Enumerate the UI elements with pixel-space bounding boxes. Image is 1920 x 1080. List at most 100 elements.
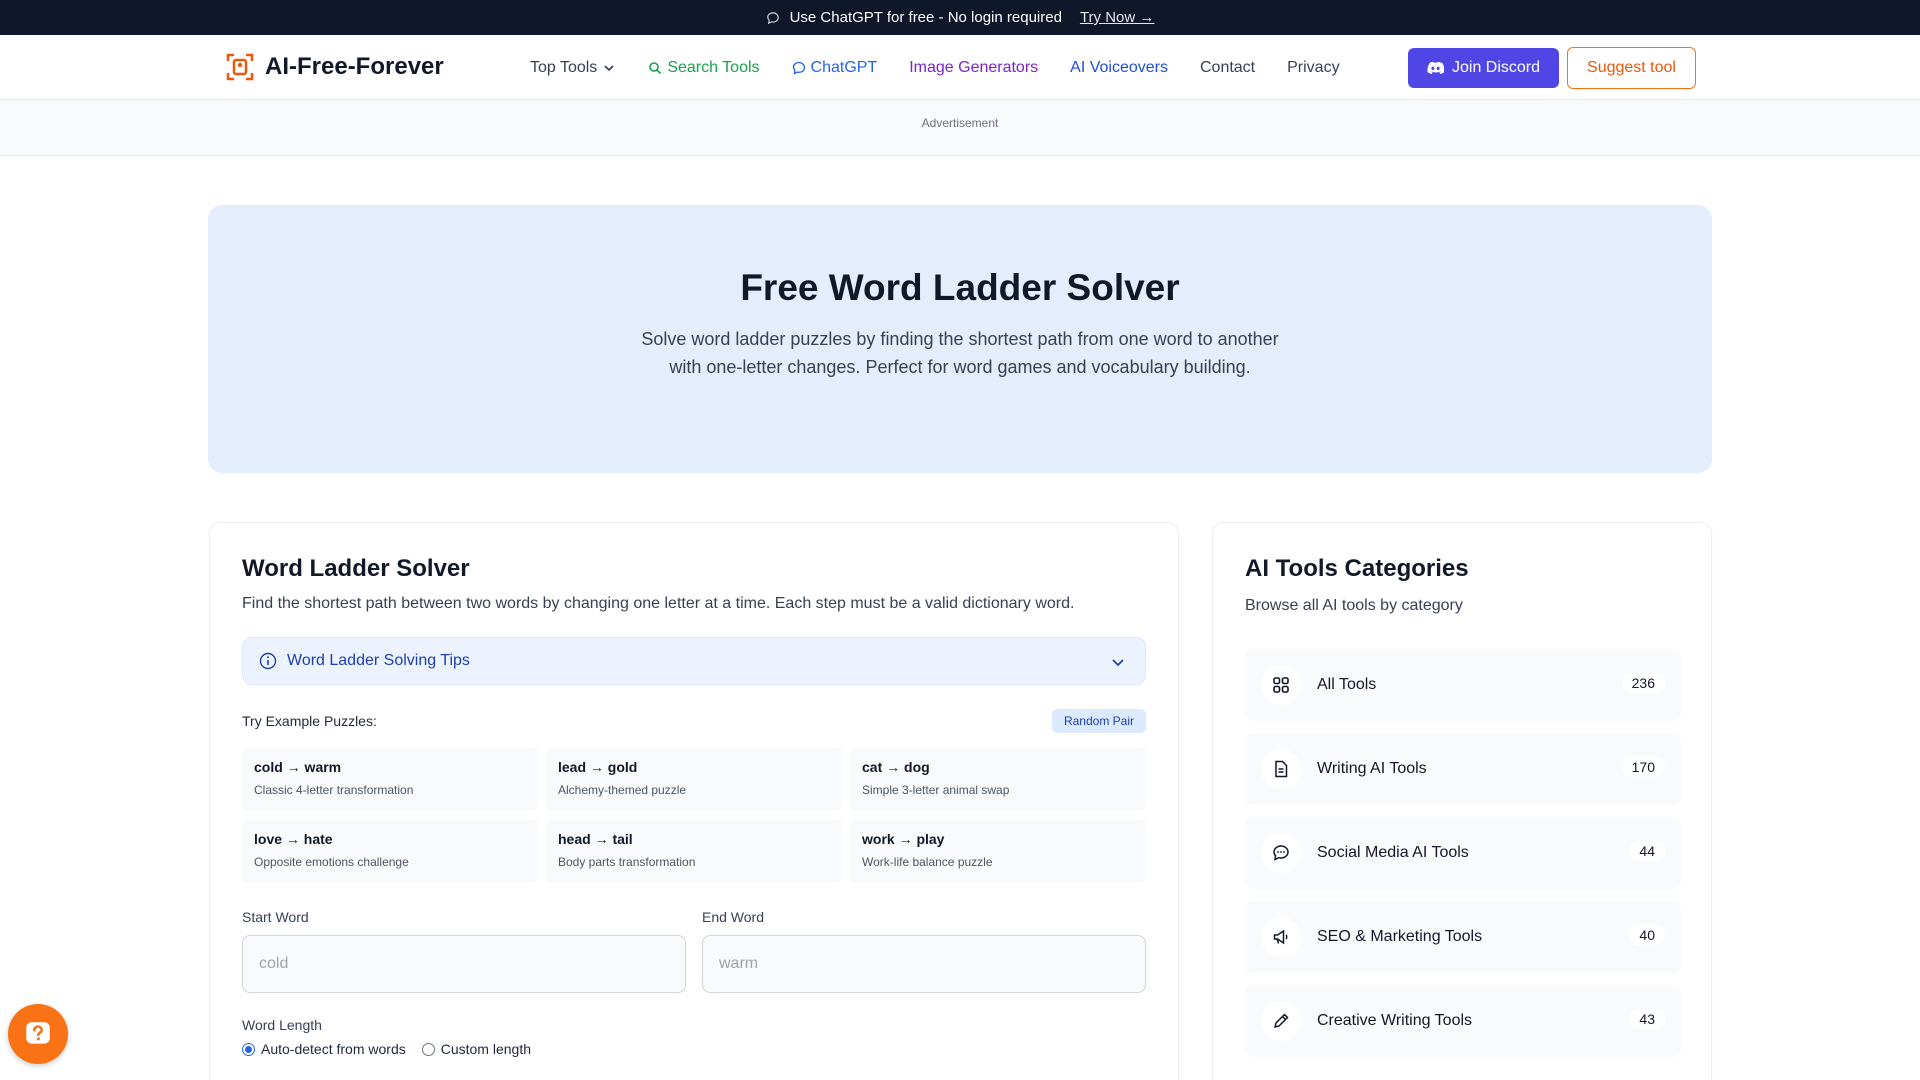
category-all-tools[interactable]: All Tools 236 — [1245, 649, 1681, 721]
categories-subtitle: Browse all AI tools by category — [1245, 597, 1463, 614]
category-creative-writing[interactable]: Creative Writing Tools 43 — [1245, 985, 1681, 1057]
radio-unchecked-indicator — [421, 1042, 435, 1056]
radio-custom-label: Custom length — [440, 1041, 532, 1057]
logo[interactable]: AI-Free-Forever — [225, 52, 444, 82]
example-subtitle: Simple 3-letter animal swap — [862, 783, 1010, 797]
nav-top-tools-label: Top Tools — [530, 58, 598, 76]
nav-image-generators[interactable]: Image Generators — [909, 59, 1038, 77]
nav-chatgpt[interactable]: ChatGPT — [792, 58, 878, 77]
logo-text: AI-Free-Forever — [265, 53, 444, 80]
top-banner: Use ChatGPT for free - No login required… — [0, 0, 1920, 35]
document-icon — [1275, 760, 1288, 778]
discord-icon — [1427, 61, 1444, 75]
help-button[interactable] — [8, 1004, 68, 1064]
nav-contact[interactable]: Contact — [1200, 59, 1255, 77]
radio-auto-detect[interactable]: Auto-detect from words — [242, 1041, 406, 1057]
nav-ai-voiceovers-label: AI Voiceovers — [1070, 58, 1168, 76]
example-puzzle[interactable]: cat → dog Simple 3-letter animal swap — [850, 747, 1146, 811]
example-puzzle[interactable]: cold → warm Classic 4-letter transformat… — [242, 747, 538, 811]
nav-contact-label: Contact — [1199, 58, 1256, 76]
chat-bubble-icon — [1273, 845, 1289, 861]
word-length-label: Word Length — [242, 1017, 322, 1033]
examples-label: Try Example Puzzles: — [242, 713, 377, 729]
question-icon — [26, 1022, 50, 1044]
banner-text: Use ChatGPT for free - No login required — [789, 9, 1062, 26]
start-word-group: Start Word — [242, 909, 686, 993]
category-label: SEO & Marketing Tools — [1317, 928, 1483, 945]
radio-custom-length[interactable]: Custom length — [421, 1041, 532, 1057]
category-count: 236 — [1621, 673, 1665, 693]
example-puzzle[interactable]: head → tail Body parts transformation — [546, 819, 842, 883]
chat-icon — [792, 61, 805, 75]
page-title: Free Word Ladder Solver — [740, 267, 1180, 308]
hero: Free Word Ladder Solver Solve word ladde… — [208, 205, 1712, 473]
example-title: work → play — [862, 831, 945, 847]
random-pair-button[interactable]: Random Pair — [1051, 709, 1146, 733]
start-word-label: Start Word — [242, 909, 309, 925]
nav-image-generators-label: Image Generators — [909, 58, 1039, 76]
solver-description: Find the shortest path between two words… — [242, 595, 1075, 612]
category-writing[interactable]: Writing AI Tools 170 — [1245, 733, 1681, 805]
nav-privacy-label: Privacy — [1287, 58, 1340, 76]
categories-title: AI Tools Categories — [1245, 555, 1469, 582]
category-label: Social Media AI Tools — [1317, 844, 1469, 861]
example-puzzle[interactable]: lead → gold Alchemy-themed puzzle — [546, 747, 842, 811]
nav-search-tools[interactable]: Search Tools — [648, 58, 760, 77]
solver-title: Word Ladder Solver — [242, 555, 470, 582]
category-label: All Tools — [1317, 676, 1377, 693]
logo-icon — [226, 53, 254, 81]
example-puzzles: cold → warm Classic 4-letter transformat… — [242, 747, 1146, 883]
radio-auto-label: Auto-detect from words — [261, 1041, 406, 1057]
example-puzzle[interactable]: love → hate Opposite emotions challenge — [242, 819, 538, 883]
example-title: lead → gold — [558, 759, 638, 775]
solver-card: Word Ladder Solver Find the shortest pat… — [209, 522, 1179, 1080]
word-length-options: Auto-detect from words Custom length — [242, 1041, 1146, 1057]
nav-search-tools-label: Search Tools — [667, 58, 760, 76]
category-label: Creative Writing Tools — [1317, 1012, 1473, 1029]
join-discord-button[interactable]: Join Discord — [1408, 48, 1559, 88]
nav-ai-voiceovers[interactable]: AI Voiceovers — [1070, 59, 1168, 77]
category-count: 44 — [1629, 841, 1665, 861]
example-title: cat → dog — [862, 759, 930, 775]
example-subtitle: Classic 4-letter transformation — [254, 783, 414, 797]
example-subtitle: Alchemy-themed puzzle — [558, 783, 687, 797]
category-seo-marketing[interactable]: SEO & Marketing Tools 40 — [1245, 901, 1681, 973]
megaphone-icon — [1273, 929, 1288, 945]
category-count: 170 — [1621, 757, 1665, 777]
category-count: 40 — [1629, 925, 1665, 945]
search-icon — [649, 61, 662, 74]
nav-chatgpt-label: ChatGPT — [810, 58, 878, 76]
category-count: 43 — [1629, 1009, 1665, 1029]
advertisement-label: Advertisement — [921, 116, 999, 130]
end-word-group: End Word — [702, 909, 1146, 993]
example-subtitle: Opposite emotions challenge — [254, 855, 409, 869]
info-icon — [259, 652, 277, 670]
chevron-down-icon — [1112, 659, 1124, 667]
example-puzzle[interactable]: work → play Work-life balance puzzle — [850, 819, 1146, 883]
example-title: love → hate — [254, 831, 333, 847]
nav-privacy[interactable]: Privacy — [1287, 59, 1339, 77]
example-subtitle: Body parts transformation — [558, 855, 696, 869]
tips-label: Word Ladder Solving Tips — [287, 652, 470, 669]
end-word-label: End Word — [702, 909, 764, 925]
nav-links: Top Tools Search Tools ChatGPT Image Gen… — [530, 35, 1372, 100]
grid-icon — [1273, 677, 1289, 693]
category-social-media[interactable]: Social Media AI Tools 44 — [1245, 817, 1681, 889]
end-word-input[interactable] — [702, 935, 1146, 993]
try-now-link[interactable]: Try Now → — [1080, 9, 1154, 26]
join-discord-label: Join Discord — [1451, 59, 1541, 76]
navbar: AI-Free-Forever Top Tools Search Tools C… — [0, 35, 1920, 100]
ad-strip: Advertisement — [0, 100, 1920, 156]
tips-accordion[interactable]: Word Ladder Solving Tips — [242, 637, 1146, 685]
chat-icon — [766, 11, 779, 24]
radio-checked-indicator — [242, 1042, 255, 1056]
chevron-down-icon — [604, 64, 614, 71]
category-label: Writing AI Tools — [1317, 760, 1427, 777]
start-word-input[interactable] — [242, 935, 686, 993]
nav-top-tools[interactable]: Top Tools — [530, 59, 616, 77]
example-subtitle: Work-life balance puzzle — [862, 855, 993, 869]
page-subtitle: Solve word ladder puzzles by finding the… — [641, 329, 1279, 377]
suggest-tool-button[interactable]: Suggest tool — [1567, 47, 1696, 89]
pencil-icon — [1273, 1013, 1289, 1029]
examples-header: Try Example Puzzles: Random Pair — [242, 709, 1146, 733]
